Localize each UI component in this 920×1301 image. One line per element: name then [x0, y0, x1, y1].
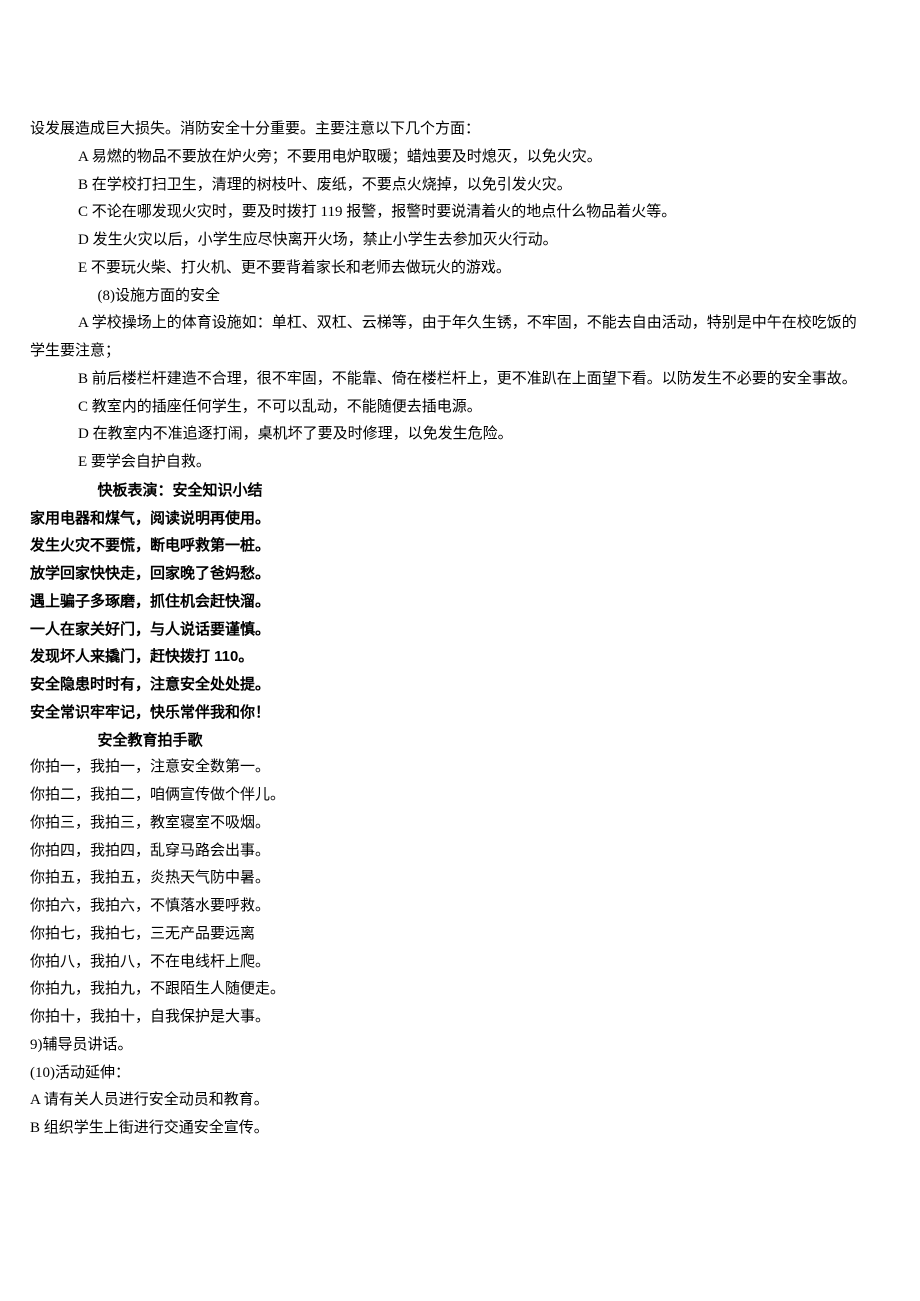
text-line: 安全隐患时时有，注意安全处处提。	[30, 671, 890, 699]
text-line: C 不论在哪发现火灾时，要及时拨打 119 报警，报警时要说清着火的地点什么物品…	[30, 199, 890, 227]
text-line: 放学回家快快走，回家晚了爸妈愁。	[30, 560, 890, 588]
text-line: B 在学校打扫卫生，清理的树枝叶、废纸，不要点火烧掉，以免引发火灾。	[30, 172, 890, 200]
text-line: 你拍二，我拍二，咱俩宣传做个伴儿。	[30, 782, 890, 810]
text-line: 你拍九，我拍九，不跟陌生人随便走。	[30, 976, 890, 1004]
text-line: 你拍三，我拍三，教室寝室不吸烟。	[30, 810, 890, 838]
text-line: 你拍八，我拍八，不在电线杆上爬。	[30, 949, 890, 977]
text-line: 发生火灾不要慌，断电呼救第一桩。	[30, 532, 890, 560]
text-line: 你拍七，我拍七，三无产品要远离	[30, 921, 890, 949]
document-page: 设发展造成巨大损失。消防安全十分重要。主要注意以下几个方面：A 易燃的物品不要放…	[0, 0, 920, 1183]
text-line: 你拍六，我拍六，不慎落水要呼救。	[30, 893, 890, 921]
text-line: A 易燃的物品不要放在炉火旁；不要用电炉取暖；蜡烛要及时熄灭，以免火灾。	[30, 144, 890, 172]
text-line: B 前后楼栏杆建造不合理，很不牢固，不能靠、倚在楼栏杆上，更不准趴在上面望下看。…	[30, 366, 890, 394]
text-line: A 请有关人员进行安全动员和教育。	[30, 1087, 890, 1115]
text-line: E 要学会自护自救。	[30, 449, 890, 477]
text-line: 发现坏人来撬门，赶快拨打 110。	[30, 643, 890, 671]
text-line: 你拍四，我拍四，乱穿马路会出事。	[30, 838, 890, 866]
text-line: (8)设施方面的安全	[30, 283, 890, 311]
text-line: 9)辅导员讲话。	[30, 1032, 890, 1060]
text-line: 学生要注意；	[30, 338, 890, 366]
text-line: C 教室内的插座任何学生，不可以乱动，不能随便去插电源。	[30, 394, 890, 422]
text-line: E 不要玩火柴、打火机、更不要背着家长和老师去做玩火的游戏。	[30, 255, 890, 283]
text-line: A 学校操场上的体育设施如：单杠、双杠、云梯等，由于年久生锈，不牢固，不能去自由…	[30, 310, 890, 338]
text-line: 家用电器和煤气，阅读说明再使用。	[30, 505, 890, 533]
text-line: 安全教育拍手歌	[30, 727, 890, 755]
text-line: 快板表演：安全知识小结	[30, 477, 890, 505]
text-line: (10)活动延伸：	[30, 1060, 890, 1088]
text-line: 你拍十，我拍十，自我保护是大事。	[30, 1004, 890, 1032]
text-line: D 发生火灾以后，小学生应尽快离开火场，禁止小学生去参加灭火行动。	[30, 227, 890, 255]
text-line: B 组织学生上街进行交通安全宣传。	[30, 1115, 890, 1143]
text-line: 遇上骗子多琢磨，抓住机会赶快溜。	[30, 588, 890, 616]
text-line: 安全常识牢牢记，快乐常伴我和你！	[30, 699, 890, 727]
text-line: 设发展造成巨大损失。消防安全十分重要。主要注意以下几个方面：	[30, 116, 890, 144]
text-line: 一人在家关好门，与人说话要谨慎。	[30, 616, 890, 644]
text-line: 你拍五，我拍五，炎热天气防中暑。	[30, 865, 890, 893]
text-line: 你拍一，我拍一，注意安全数第一。	[30, 754, 890, 782]
text-line: D 在教室内不准追逐打闹，桌机坏了要及时修理，以免发生危险。	[30, 421, 890, 449]
